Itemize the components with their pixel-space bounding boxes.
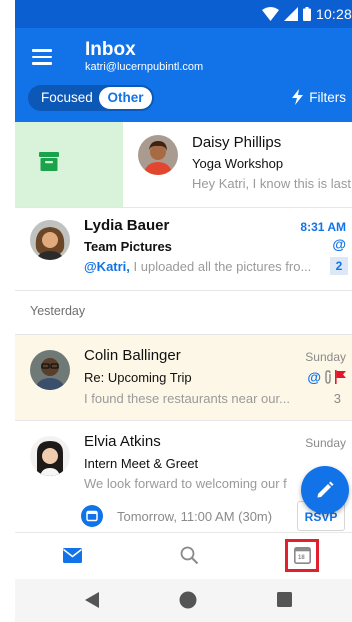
attachment-icon xyxy=(325,370,331,384)
tab-focused[interactable]: Focused xyxy=(41,90,93,105)
nav-search[interactable] xyxy=(169,543,209,569)
compose-button[interactable] xyxy=(301,466,349,514)
filters-label: Filters xyxy=(309,89,346,105)
message-subject: Re: Upcoming Trip xyxy=(84,370,192,385)
message-sender: Colin Ballinger xyxy=(84,347,181,364)
message-subject: Intern Meet & Greet xyxy=(84,456,199,471)
back-icon[interactable] xyxy=(85,592,99,608)
avatar-daisy xyxy=(138,135,178,175)
recents-icon[interactable] xyxy=(277,592,292,607)
message-time: 8:31 AM xyxy=(300,220,346,234)
search-icon xyxy=(180,546,199,565)
account-email[interactable]: katri@lucernpubintl.com xyxy=(85,61,203,73)
event-calendar-icon xyxy=(81,505,103,527)
filters-button[interactable]: Filters xyxy=(292,89,346,105)
message-time: Sunday xyxy=(305,436,346,450)
swipe-archive-action[interactable] xyxy=(15,122,123,207)
message-preview: @Katri, I uploaded all the pictures fro.… xyxy=(84,259,311,274)
message-row-colin[interactable]: Colin Ballinger Sunday Re: Upcoming Trip… xyxy=(15,335,352,420)
at-mention-icon: @ xyxy=(307,369,321,385)
avatar-elvia xyxy=(30,436,70,476)
message-row-elvia[interactable]: Elvia Atkins Sunday Intern Meet & Greet … xyxy=(15,421,352,532)
home-icon[interactable] xyxy=(179,591,197,609)
message-sender: Lydia Bauer xyxy=(84,217,170,234)
thread-count: 2 xyxy=(330,257,348,275)
message-time: Sunday xyxy=(305,350,346,364)
page-title: Inbox xyxy=(85,39,136,60)
message-row-lydia[interactable]: Lydia Bauer 8:31 AM Team Pictures @ @Kat… xyxy=(15,208,352,290)
thread-count: 3 xyxy=(333,391,341,406)
message-sender: Elvia Atkins xyxy=(84,433,161,450)
calendar-day: 18 xyxy=(298,555,305,561)
app-header: Inbox katri@lucernpubintl.com Focused Ot… xyxy=(15,28,352,122)
signal-icon xyxy=(283,7,298,21)
message-preview: I found these restaurants near our... xyxy=(84,391,290,406)
nav-calendar[interactable]: 18 xyxy=(285,539,319,572)
message-preview: We look forward to welcoming our f xyxy=(84,476,287,491)
message-subject: Team Pictures xyxy=(84,239,172,254)
tab-other[interactable]: Other xyxy=(99,87,152,109)
compose-icon xyxy=(317,481,334,498)
message-row-daisy[interactable]: Daisy Phillips Yoga Workshop Hey Katri, … xyxy=(123,122,352,207)
status-icons: 10:28 xyxy=(261,6,352,22)
mail-icon xyxy=(63,548,82,563)
lightning-icon xyxy=(292,89,304,105)
bottom-navigation: 18 xyxy=(15,532,352,579)
inbox-tabs: Focused Other xyxy=(28,85,154,111)
phone-screen: 10:28 Inbox katri@lucernpubintl.com Focu… xyxy=(15,0,352,622)
wifi-icon xyxy=(261,7,279,21)
mention-icon: @ xyxy=(332,236,346,252)
archive-icon xyxy=(39,152,59,171)
avatar-colin xyxy=(30,350,70,390)
message-subject: Yoga Workshop xyxy=(192,156,284,171)
battery-icon xyxy=(302,7,311,21)
menu-icon[interactable] xyxy=(32,49,52,65)
mention-text: @Katri, xyxy=(84,259,130,274)
preview-text: I uploaded all the pictures fro... xyxy=(129,259,312,274)
flag-icon xyxy=(335,370,346,384)
section-header-yesterday: Yesterday xyxy=(30,304,86,318)
message-indicators: @ xyxy=(307,369,346,385)
divider xyxy=(15,290,352,291)
status-time: 10:28 xyxy=(315,6,352,22)
nav-mail[interactable] xyxy=(52,543,92,569)
message-sender: Daisy Phillips xyxy=(192,134,282,151)
event-time: Tomorrow, 11:00 AM (30m) xyxy=(117,509,273,524)
system-navigation xyxy=(15,579,352,622)
status-bar: 10:28 xyxy=(15,0,352,28)
message-preview: Hey Katri, I know this is last xyxy=(192,176,351,191)
avatar-lydia xyxy=(30,220,70,260)
